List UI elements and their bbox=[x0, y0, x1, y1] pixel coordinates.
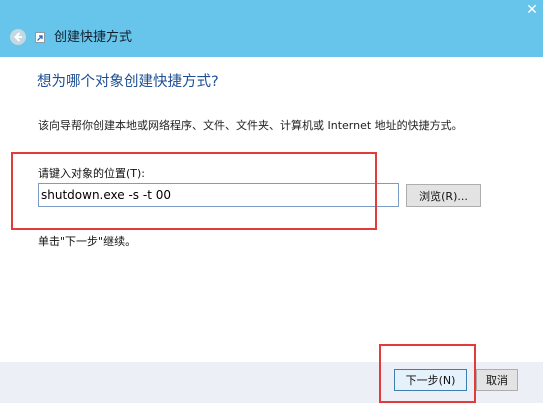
next-button[interactable]: 下一步(N) bbox=[394, 369, 467, 391]
wizard-content bbox=[0, 57, 543, 362]
cancel-button[interactable]: 取消 bbox=[476, 369, 518, 391]
back-arrow-icon bbox=[14, 32, 22, 42]
close-icon[interactable]: ✕ bbox=[521, 0, 543, 20]
location-input[interactable] bbox=[38, 183, 399, 207]
wizard-description: 该向导帮你创建本地或网络程序、文件、文件夹、计算机或 Internet 地址的快… bbox=[38, 119, 463, 132]
browse-button[interactable]: 浏览(R)... bbox=[406, 184, 481, 207]
back-button[interactable] bbox=[10, 29, 26, 45]
window-title: 创建快捷方式 bbox=[54, 30, 133, 45]
shortcut-wizard-icon bbox=[35, 32, 45, 43]
location-field-label: 请键入对象的位置(T): bbox=[38, 167, 146, 180]
title-bar: ✕ 创建快捷方式 bbox=[0, 0, 543, 57]
continue-hint: 单击"下一步"继续。 bbox=[38, 235, 137, 248]
page-heading: 想为哪个对象创建快捷方式? bbox=[37, 74, 219, 90]
